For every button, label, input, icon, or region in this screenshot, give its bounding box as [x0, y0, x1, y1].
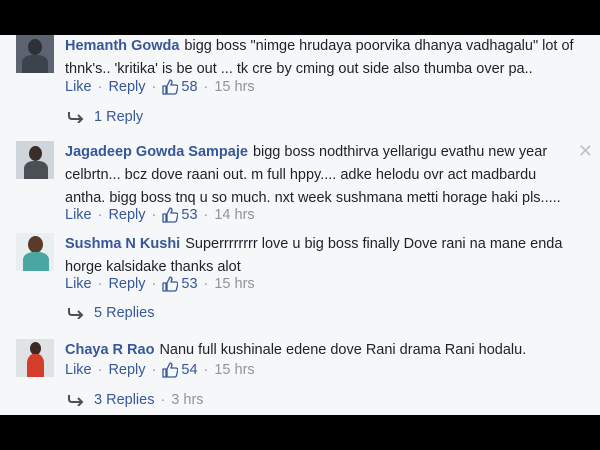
comment-text: Nanu full kushinale edene dove Rani dram…	[159, 342, 527, 358]
like-button[interactable]: Like	[65, 79, 92, 95]
separator: ·	[151, 276, 157, 292]
separator: ·	[203, 207, 209, 223]
comment-author[interactable]: Hemanth Gowda	[65, 38, 179, 54]
like-count[interactable]: 53	[162, 276, 198, 292]
like-count[interactable]: 58	[162, 79, 198, 95]
like-button[interactable]: Like	[65, 276, 92, 292]
replies-label: 3 Replies	[94, 392, 155, 408]
separator: ·	[151, 362, 157, 378]
separator: ·	[151, 207, 157, 223]
thumbs-up-icon	[162, 207, 179, 223]
separator: ·	[203, 79, 209, 95]
comment-actions: Like · Reply · 53 · 15 hrs	[65, 274, 255, 294]
comment-body: Chaya R Rao Nanu full kushinale edene dov…	[65, 339, 575, 362]
separator: ·	[97, 276, 103, 292]
replies-label: 5 Replies	[94, 305, 155, 321]
separator: ·	[97, 207, 103, 223]
separator: ·	[97, 79, 103, 95]
comment-author[interactable]: Chaya R Rao	[65, 342, 154, 358]
avatar[interactable]	[16, 233, 54, 271]
reply-arrow-icon	[68, 112, 84, 123]
like-button[interactable]: Like	[65, 207, 92, 223]
separator: ·	[97, 362, 103, 378]
reply-button[interactable]: Reply	[108, 79, 145, 95]
like-count[interactable]: 54	[162, 362, 198, 378]
view-replies-link[interactable]: 1 Reply	[68, 107, 143, 127]
comment-actions: Like · Reply · 58 · 15 hrs	[65, 77, 255, 97]
like-button[interactable]: Like	[65, 362, 92, 378]
comment-timestamp[interactable]: 15 hrs	[214, 362, 254, 378]
like-count-value: 53	[181, 207, 198, 223]
comment-actions: Like · Reply · 53 · 14 hrs	[65, 205, 255, 225]
separator: ·	[160, 392, 166, 408]
like-count[interactable]: 53	[162, 207, 198, 223]
thumbs-up-icon	[162, 362, 179, 378]
comment-body: Jagadeep Gowda Sampaje bigg boss nodthirv…	[65, 141, 575, 210]
reply-arrow-icon	[68, 395, 84, 406]
like-count-value: 54	[181, 362, 198, 378]
close-icon[interactable]: ✕	[578, 141, 593, 162]
comment-timestamp[interactable]: 15 hrs	[214, 79, 254, 95]
comment-body: Hemanth Gowda bigg boss "nimge hrudaya po…	[65, 35, 575, 81]
avatar[interactable]	[16, 339, 54, 377]
avatar[interactable]	[16, 141, 54, 179]
view-replies-link[interactable]: 5 Replies	[68, 303, 154, 323]
reply-button[interactable]: Reply	[108, 276, 145, 292]
replies-label: 1 Reply	[94, 109, 144, 125]
comments-panel: Hemanth Gowda bigg boss "nimge hrudaya po…	[0, 35, 600, 415]
like-count-value: 53	[181, 276, 198, 292]
comment-actions: Like · Reply · 54 · 15 hrs	[65, 360, 255, 380]
thumbs-up-icon	[162, 79, 179, 95]
comment-timestamp[interactable]: 15 hrs	[214, 276, 254, 292]
reply-button[interactable]: Reply	[108, 362, 145, 378]
separator: ·	[151, 79, 157, 95]
replies-timestamp: 3 hrs	[171, 392, 204, 408]
separator: ·	[203, 276, 209, 292]
like-count-value: 58	[181, 79, 198, 95]
separator: ·	[203, 362, 209, 378]
view-replies-link[interactable]: 3 Replies · 3 hrs	[68, 390, 204, 410]
thumbs-up-icon	[162, 276, 179, 292]
reply-button[interactable]: Reply	[108, 207, 145, 223]
comment-author[interactable]: Jagadeep Gowda Sampaje	[65, 144, 248, 160]
comment-timestamp[interactable]: 14 hrs	[214, 207, 254, 223]
comment-body: Sushma N Kushi Superrrrrrrr love u big bo…	[65, 233, 575, 279]
comment-author[interactable]: Sushma N Kushi	[65, 236, 180, 252]
avatar[interactable]	[16, 35, 54, 73]
reply-arrow-icon	[68, 308, 84, 319]
